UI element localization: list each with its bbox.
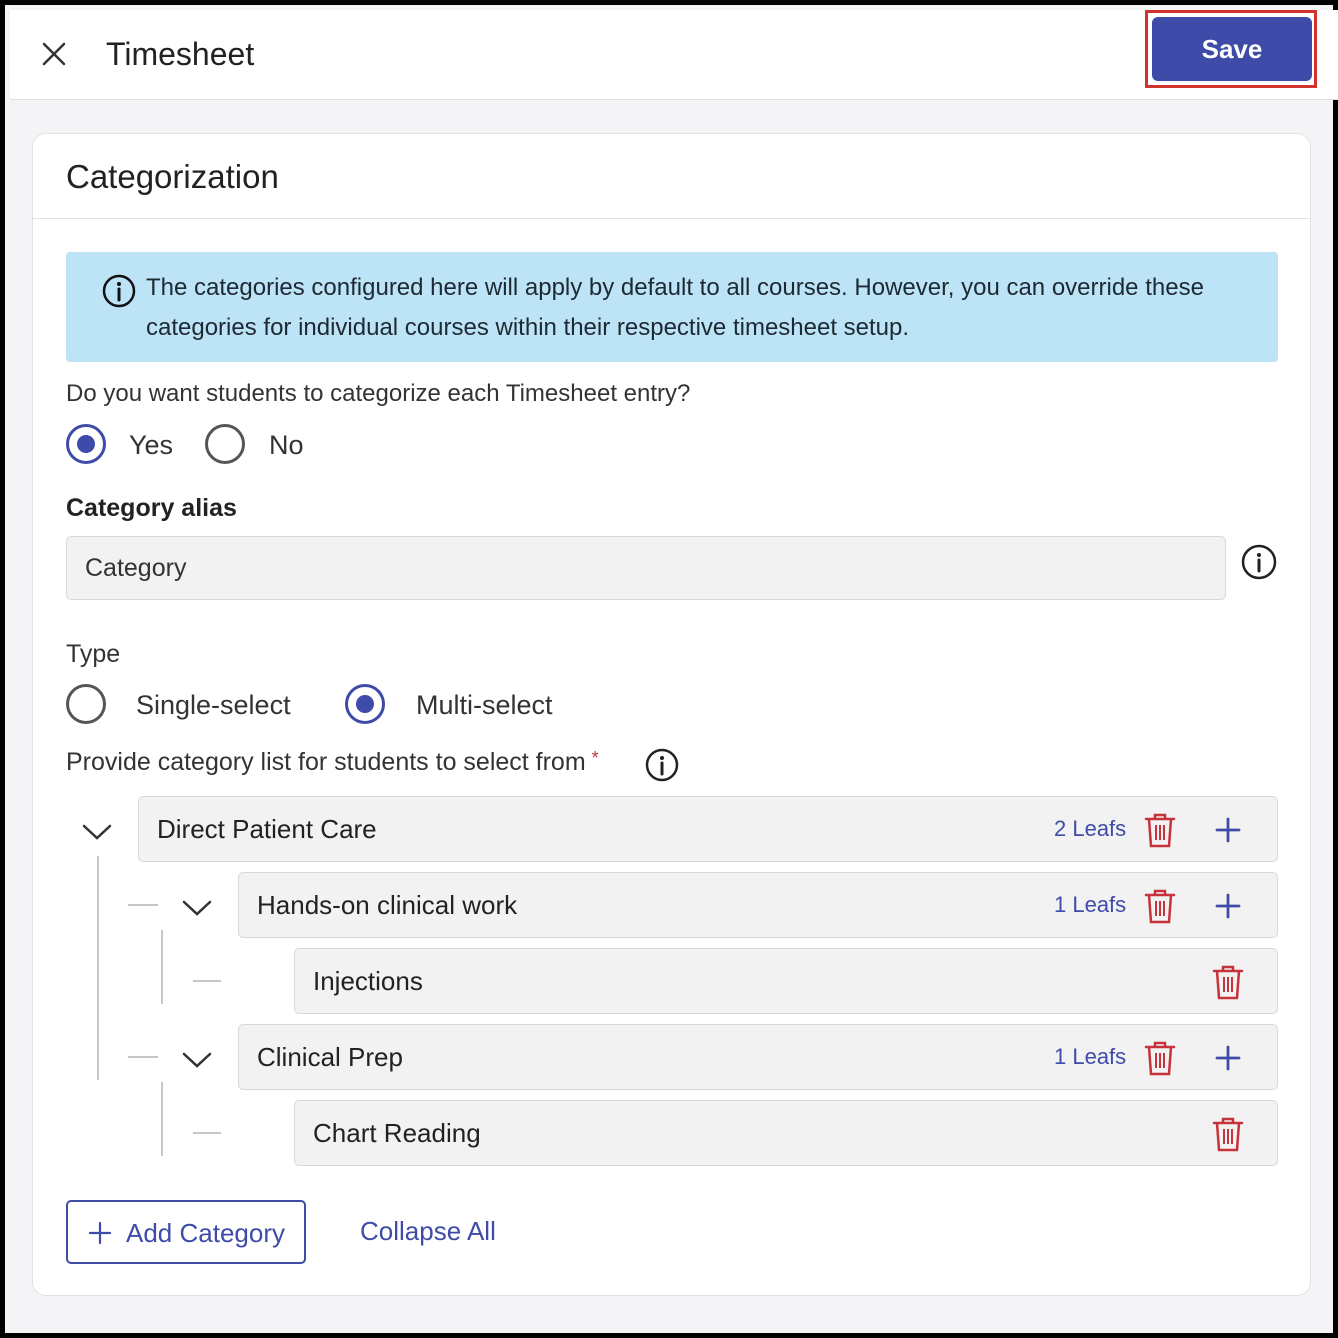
add-category-button[interactable]: Add Category [66,1200,306,1264]
category-row-injections[interactable]: Injections [294,948,1278,1014]
radio-multi-select[interactable] [345,684,385,724]
category-label: Direct Patient Care [157,814,377,844]
plus-icon [88,1221,112,1245]
info-text: The categories configured here will appl… [146,274,1204,341]
trash-icon[interactable] [1143,1039,1177,1077]
trash-icon[interactable] [1211,1115,1245,1153]
required-mark: * [591,748,599,768]
trash-icon[interactable] [1143,811,1177,849]
info-icon[interactable] [1241,544,1277,585]
radio-yes[interactable] [66,424,106,464]
category-row-hands-on-clinical-work[interactable]: Hands-on clinical work 1 Leafs [238,872,1278,938]
category-row-direct-patient-care[interactable]: Direct Patient Care 2 Leafs [138,796,1278,862]
save-button[interactable]: Save [1152,17,1312,81]
radio-no[interactable] [205,424,245,464]
app-frame: Timesheet Save Categorization The catego… [0,0,1338,1338]
tree-connector [128,904,158,906]
leafs-count: 2 Leafs [1054,816,1127,841]
chevron-down-icon[interactable] [181,1050,213,1070]
close-icon[interactable] [38,38,70,70]
leafs-count: 1 Leafs [1054,1044,1127,1069]
leafs-count: 1 Leafs [1054,892,1127,917]
page-title: Timesheet [106,36,255,72]
category-label: Clinical Prep [257,1042,403,1072]
type-label: Type [66,640,121,668]
categorize-question: Do you want students to categorize each … [66,380,691,407]
top-bar: Timesheet [10,10,1338,100]
trash-icon[interactable] [1143,887,1177,925]
info-icon [102,274,136,308]
category-label: Injections [313,966,423,996]
card-title: Categorization [66,158,279,195]
tree-connector [128,1056,158,1058]
tree-connector [193,1132,221,1134]
tree-connector [193,980,221,982]
trash-icon[interactable] [1211,963,1245,1001]
plus-icon[interactable] [1213,1043,1243,1073]
category-row-clinical-prep[interactable]: Clinical Prep 1 Leafs [238,1024,1278,1090]
category-alias-label: Category alias [66,494,237,522]
chevron-down-icon[interactable] [181,898,213,918]
category-row-chart-reading[interactable]: Chart Reading [294,1100,1278,1166]
tree-connector [161,1082,163,1156]
category-label: Hands-on clinical work [257,890,518,920]
radio-single-select-label: Single-select [136,690,291,720]
categorization-card: Categorization The categories configured… [32,133,1311,1296]
chevron-down-icon[interactable] [81,822,113,842]
plus-icon[interactable] [1213,891,1243,921]
tree-connector [161,930,163,1004]
collapse-all-link[interactable]: Collapse All [360,1216,496,1247]
card-header: Categorization [33,134,1310,219]
radio-multi-select-label: Multi-select [416,690,553,720]
radio-single-select[interactable] [66,684,106,724]
info-icon[interactable] [645,748,679,787]
add-category-label: Add Category [126,1218,285,1248]
tree-connector [97,856,99,1080]
category-label: Chart Reading [313,1118,481,1148]
radio-yes-label: Yes [129,430,174,460]
radio-no-label: No [269,430,304,460]
category-list-label: Provide category list for students to se… [66,748,599,776]
info-banner: The categories configured here will appl… [66,252,1278,362]
category-alias-input[interactable] [66,536,1226,600]
plus-icon[interactable] [1213,815,1243,845]
